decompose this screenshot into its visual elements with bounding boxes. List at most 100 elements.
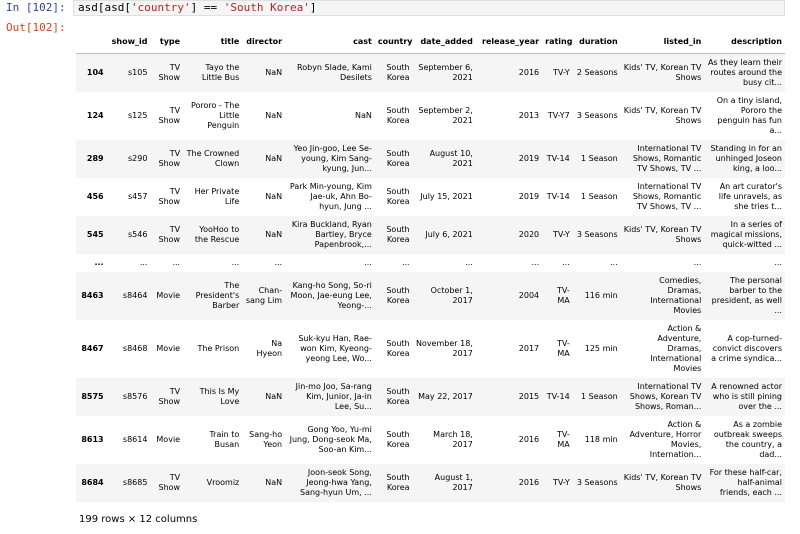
table-row: 104 s105 TV Show Tayo the Little Bus NaN Roby…	[76, 53, 785, 92]
cell-duration: 3 Seasons	[572, 463, 621, 502]
table-row: 8613 s8614 Movie Train to Busan Sang-ho Yeon…	[76, 415, 785, 464]
row-index: 8575	[76, 377, 107, 416]
cell-rating: TV-Y	[542, 463, 573, 502]
cell-listed-in: International TV Shows, Korean TV Shows,…	[620, 377, 705, 416]
cell-release-year: 2016	[475, 53, 543, 92]
cell-description: The personal barber to the president, as…	[704, 271, 785, 320]
cell-rating: TV-MA	[542, 319, 573, 378]
code-text: ] ==	[190, 1, 224, 14]
cell-date-added: September 6, 2021	[412, 53, 476, 92]
column-header-date-added: date_added	[412, 29, 476, 54]
column-header-duration: duration	[572, 29, 621, 54]
code-text: ]	[309, 1, 317, 14]
column-header-title: title	[183, 29, 243, 54]
cell-title: The Prison	[183, 319, 243, 378]
row-index: 8467	[76, 319, 107, 378]
cell-type: Movie	[150, 271, 184, 320]
row-index: 104	[76, 53, 107, 92]
code-cell-input[interactable]: asd[asd['country'] == 'South Korea']	[73, 0, 785, 16]
cell-listed-in: Action & Adventure, Horror Movies, Inter…	[620, 415, 705, 464]
cell-description: As they learn their routes around the bu…	[704, 53, 785, 92]
cell-release-year: 2016	[475, 463, 543, 502]
cell-cast: Park Min-young, Kim Jae-uk, Ahn Bo-hyun,…	[285, 177, 375, 216]
row-index: 8463	[76, 271, 107, 320]
cell-duration: 2 Seasons	[572, 53, 621, 92]
cell-country: South Korea	[374, 415, 413, 464]
cell-country: South Korea	[374, 271, 413, 320]
cell-description: Standing in for an unhinged Joseon king,…	[704, 139, 785, 178]
column-header-country: country	[374, 29, 413, 54]
cell-director: NaN	[242, 377, 286, 416]
cell-listed-in: Kids' TV, Korean TV Shows	[620, 53, 705, 92]
cell-cast: Kang-ho Song, So-ri Moon, Jae-eung Lee, …	[285, 271, 375, 320]
cell-cast: Robyn Slade, Kami Desilets	[285, 53, 375, 92]
row-index: 545	[76, 215, 107, 254]
cell-date-added: May 22, 2017	[412, 377, 476, 416]
column-header-description: description	[704, 29, 785, 54]
cell-duration: 118 min	[572, 415, 621, 464]
cell-rating: TV-Y	[542, 215, 573, 254]
cell-listed-in: Kids' TV, Korean TV Shows	[620, 91, 705, 140]
cell-date-added: ...	[412, 253, 476, 272]
cell-rating: TV-MA	[542, 271, 573, 320]
cell-description: For these half-car, half-animal friends,…	[704, 463, 785, 502]
cell-show-id: s8576	[106, 377, 151, 416]
cell-country: ...	[374, 253, 413, 272]
cell-director: ...	[242, 253, 286, 272]
cell-rating: ...	[542, 253, 573, 272]
cell-director: NaN	[242, 139, 286, 178]
cell-duration: 3 Seasons	[572, 215, 621, 254]
cell-show-id: s8464	[106, 271, 151, 320]
cell-release-year: 2019	[475, 139, 543, 178]
cell-show-id: s8614	[106, 415, 151, 464]
cell-release-year: 2015	[475, 377, 543, 416]
column-header-show-id: show_id	[106, 29, 151, 54]
cell-director: NaN	[242, 463, 286, 502]
cell-release-year: 2016	[475, 415, 543, 464]
cell-description: ...	[704, 253, 785, 272]
cell-title: This Is My Love	[183, 377, 243, 416]
cell-show-id: s105	[106, 53, 151, 92]
cell-release-year: ...	[475, 253, 543, 272]
cell-rating: TV-14	[542, 377, 573, 416]
table-row: 545 s546 TV Show YooHoo to the Rescue NaN Kir…	[76, 215, 785, 254]
cell-title: Pororo - The Little Penguin	[183, 91, 243, 140]
table-row: 8463 s8464 Movie The President's Barber Chan…	[76, 271, 785, 320]
cell-type: TV Show	[150, 177, 184, 216]
cell-title: Tayo the Little Bus	[183, 53, 243, 92]
table-row: 456 s457 TV Show Her Private Life NaN Park Mi…	[76, 177, 785, 216]
cell-country: South Korea	[374, 319, 413, 378]
cell-duration: 3 Seasons	[572, 91, 621, 140]
cell-date-added: September 2, 2021	[412, 91, 476, 140]
cell-title: The President's Barber	[183, 271, 243, 320]
cell-title: The Crowned Clown	[183, 139, 243, 178]
cell-release-year: 2020	[475, 215, 543, 254]
cell-type: TV Show	[150, 53, 184, 92]
cell-description: In a series of magical missions, quick-w…	[704, 215, 785, 254]
column-header-cast: cast	[285, 29, 375, 54]
cell-description: A renowned actor who is still pining ove…	[704, 377, 785, 416]
cell-listed-in: International TV Shows, Romantic TV Show…	[620, 139, 705, 178]
row-index: 124	[76, 91, 107, 140]
cell-cast: Jin-mo Joo, Sa-rang Kim, Junior, Ja-in L…	[285, 377, 375, 416]
cell-type: Movie	[150, 415, 184, 464]
cell-duration: 125 min	[572, 319, 621, 378]
cell-duration: 1 Season	[572, 139, 621, 178]
cell-type: TV Show	[150, 463, 184, 502]
index-header	[76, 29, 107, 54]
cell-cast: Kira Buckland, Ryan Bartley, Bryce Papen…	[285, 215, 375, 254]
cell-title: Vroomiz	[183, 463, 243, 502]
cell-country: South Korea	[374, 177, 413, 216]
cell-rating: TV-14	[542, 177, 573, 216]
table-row: 8575 s8576 TV Show This Is My Love NaN Jin-mo…	[76, 377, 785, 416]
cell-director: NaN	[242, 177, 286, 216]
cell-release-year: 2017	[475, 319, 543, 378]
cell-director: NaN	[242, 53, 286, 92]
cell-title: YooHoo to the Rescue	[183, 215, 243, 254]
cell-country: South Korea	[374, 215, 413, 254]
cell-date-added: July 6, 2021	[412, 215, 476, 254]
cell-description: An art curator's life unravels, as she t…	[704, 177, 785, 216]
output-prompt: Out[102]:	[6, 21, 66, 34]
table-row: .......................................	[76, 253, 785, 272]
cell-type: TV Show	[150, 139, 184, 178]
